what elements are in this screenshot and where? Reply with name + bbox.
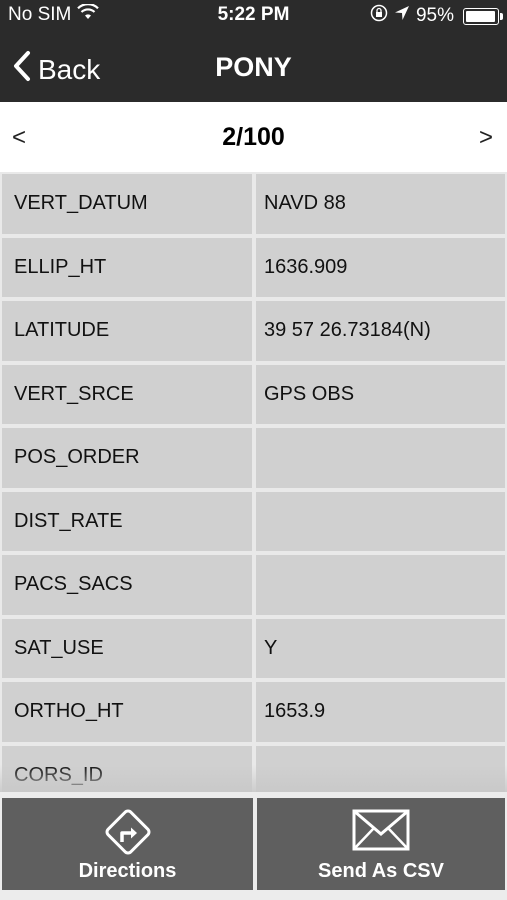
table-row: DIST_RATE	[0, 490, 507, 554]
table-row: LATITUDE 39 57 26.73184(N)	[0, 299, 507, 363]
row-value: GPS OBS	[256, 364, 505, 424]
row-key: POS_ORDER	[2, 428, 252, 488]
row-key: VERT_DATUM	[2, 174, 252, 234]
row-key: ORTHO_HT	[2, 682, 252, 742]
bottom-toolbar: Directions Send As CSV	[0, 792, 507, 900]
row-value: Y	[256, 618, 505, 678]
table-row: ORTHO_HT 1653.9	[0, 680, 507, 744]
table-row: SAT_USE Y	[0, 617, 507, 681]
status-right: 95%	[370, 4, 503, 28]
table-row: VERT_SRCE GPS OBS	[0, 363, 507, 427]
row-value	[256, 428, 505, 488]
next-record-button[interactable]: >	[479, 124, 493, 152]
directions-icon	[105, 809, 150, 855]
row-value: 1636.909	[256, 237, 505, 297]
table-row: ELLIP_HT 1636.909	[0, 236, 507, 300]
status-bar: No SIM 5:22 PM 95%	[0, 0, 507, 32]
row-key: LATITUDE	[2, 301, 252, 361]
record-index: 2/100	[222, 123, 285, 151]
page-title: PONY	[215, 52, 292, 82]
record-pager: < 2/100 >	[0, 102, 507, 172]
table-row: VERT_DATUM NAVD 88	[0, 172, 507, 236]
envelope-icon	[352, 809, 410, 851]
nav-bar: Back PONY	[0, 32, 507, 102]
location-arrow-icon	[394, 5, 410, 27]
row-key: ELLIP_HT	[2, 237, 252, 297]
orientation-lock-icon	[370, 4, 388, 28]
table-row: PACS_SACS	[0, 553, 507, 617]
send-csv-button[interactable]: Send As CSV	[257, 798, 505, 890]
attribute-table[interactable]: VERT_DATUM NAVD 88 ELLIP_HT 1636.909 LATITUD…	[0, 172, 507, 792]
battery-percent: 95%	[415, 5, 454, 26]
row-value: 1653.9	[256, 682, 505, 742]
battery-icon	[463, 7, 503, 25]
row-key: DIST_RATE	[2, 491, 252, 551]
row-key: PACS_SACS	[2, 555, 252, 615]
directions-button[interactable]: Directions	[2, 798, 253, 890]
directions-label: Directions	[78, 860, 177, 882]
row-value: 39 57 26.73184(N)	[256, 301, 505, 361]
scroll-fade	[0, 765, 507, 793]
row-value: NAVD 88	[256, 174, 505, 234]
row-value	[256, 491, 505, 551]
send-csv-label: Send As CSV	[318, 860, 444, 882]
battery-level	[466, 10, 495, 22]
row-key: VERT_SRCE	[2, 364, 252, 424]
row-value	[256, 555, 505, 615]
table-row: POS_ORDER	[0, 426, 507, 490]
row-key: SAT_USE	[2, 618, 252, 678]
